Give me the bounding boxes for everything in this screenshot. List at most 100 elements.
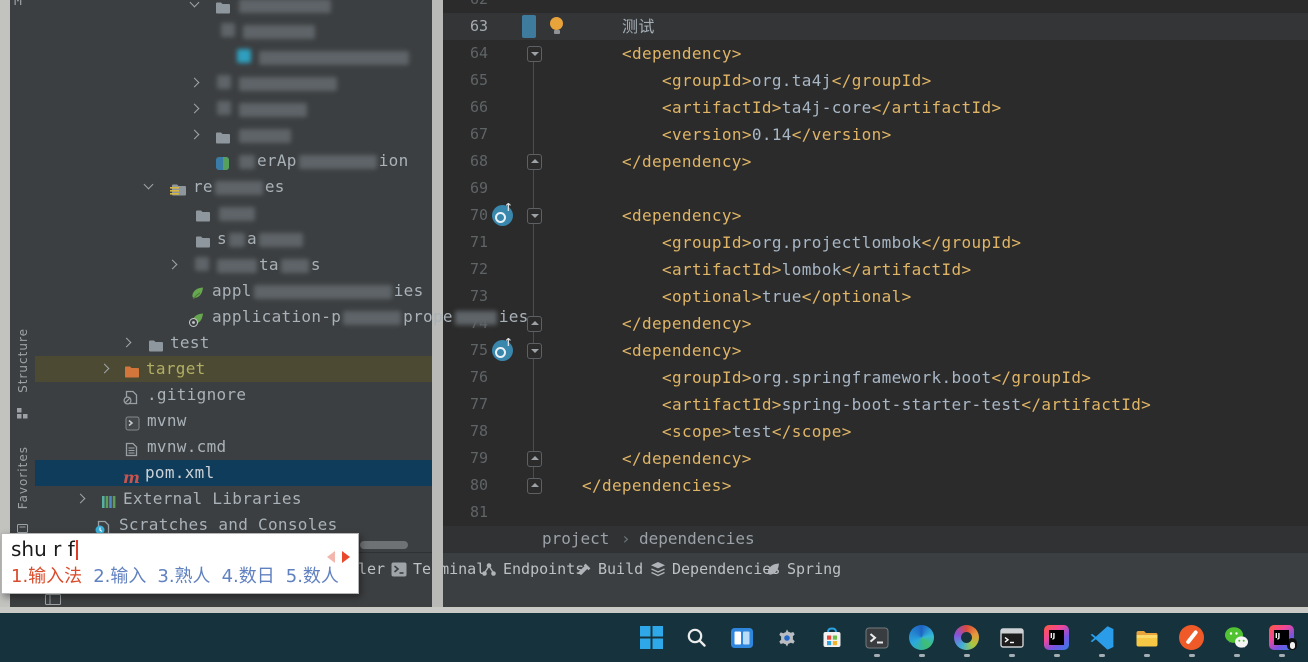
tree-item-pom.xml[interactable]: mpom.xml xyxy=(35,460,432,486)
ime-candidate-4[interactable]: 4.数日 xyxy=(222,566,275,587)
tree-item-redacted-5[interactable] xyxy=(35,122,432,148)
wechat-glyph xyxy=(1224,626,1249,649)
line-number[interactable]: 75 xyxy=(444,337,488,364)
tree-item-mvnw[interactable]: mvnw xyxy=(35,408,432,434)
tool-stripe-favorites-button[interactable]: Favorites xyxy=(10,446,35,516)
ime-candidate-3[interactable]: 3.熟人 xyxy=(157,566,210,587)
tree-item-re[interactable]: rees xyxy=(35,174,432,200)
ime-prev-page-icon[interactable] xyxy=(327,551,335,563)
tree-item-redacted-2[interactable] xyxy=(35,44,432,70)
line-number[interactable]: 65 xyxy=(444,67,488,94)
maven-update-gutter-icon[interactable] xyxy=(492,340,513,361)
line-number[interactable]: 69 xyxy=(444,175,488,202)
fold-close-icon[interactable] xyxy=(527,316,542,332)
tree-item-application-p[interactable]: application-ppropeies xyxy=(35,304,432,330)
taskbar-task-view-icon[interactable] xyxy=(728,617,755,659)
tree-item-redacted-4[interactable] xyxy=(35,96,432,122)
chevron-right-icon[interactable] xyxy=(77,495,85,503)
taskbar-edge-icon[interactable] xyxy=(908,617,935,659)
ime-composition[interactable]: shu r f xyxy=(11,537,75,561)
code-editor[interactable]: 6263测试64<dependency>65<groupId>org.ta4j<… xyxy=(443,0,1308,526)
line-number[interactable]: 76 xyxy=(444,364,488,391)
settings-glyph xyxy=(775,626,799,650)
line-number[interactable]: 79 xyxy=(444,445,488,472)
code-segment: </artifactId> xyxy=(1021,395,1151,414)
tree-item-ta[interactable]: tas xyxy=(35,252,432,278)
code-segment: </scope> xyxy=(772,422,852,441)
taskbar-orange-pen-app-icon[interactable] xyxy=(1178,617,1205,659)
line-number[interactable]: 78 xyxy=(444,418,488,445)
favorites-label: Favorites xyxy=(16,446,30,509)
toolbar-item-endpoints[interactable]: Endpoints xyxy=(481,553,584,585)
chevron-right-icon[interactable] xyxy=(191,131,199,139)
tree-item-erap[interactable]: erApion xyxy=(35,148,432,174)
fold-close-icon[interactable] xyxy=(527,451,542,467)
taskbar-cmd-icon[interactable] xyxy=(998,617,1025,659)
taskbar-windows-start-icon[interactable] xyxy=(638,617,665,659)
toolbar-item-ler[interactable]: ler xyxy=(358,553,385,585)
ime-candidate-2[interactable]: 2.输入 xyxy=(93,566,146,587)
line-number[interactable]: 68 xyxy=(444,148,488,175)
tree-item-redacted-8[interactable] xyxy=(35,200,432,226)
line-number[interactable]: 81 xyxy=(444,499,488,526)
line-number[interactable]: 77 xyxy=(444,391,488,418)
chevron-right-icon[interactable] xyxy=(101,365,109,373)
taskbar-vscode-icon[interactable] xyxy=(1088,617,1115,659)
taskbar-settings-icon[interactable] xyxy=(773,617,800,659)
taskbar-windows-search-icon[interactable] xyxy=(683,617,710,659)
folder-icon xyxy=(215,0,232,14)
maven-update-gutter-icon[interactable] xyxy=(492,205,513,226)
code-segment: ta4j-core xyxy=(782,98,872,117)
chevron-down-icon[interactable] xyxy=(191,1,199,9)
chevron-right-icon[interactable] xyxy=(123,339,131,347)
tree-item-appl[interactable]: applies xyxy=(35,278,432,304)
taskbar-intellij-idea-icon[interactable] xyxy=(1043,617,1070,659)
breadcrumb-project[interactable]: project xyxy=(542,526,609,552)
code-line-78: 78<scope>test</scope> xyxy=(443,418,1308,445)
ime-candidate-1[interactable]: 1.输入法 xyxy=(11,566,82,587)
fold-close-icon[interactable] xyxy=(527,154,542,170)
fold-close-icon[interactable] xyxy=(527,478,542,494)
taskbar-microsoft-store-icon[interactable] xyxy=(818,617,845,659)
chevron-down-icon[interactable] xyxy=(145,183,153,191)
tool-stripe-structure-button[interactable]: Structure xyxy=(10,328,35,400)
fold-open-icon[interactable] xyxy=(527,343,542,359)
tree-item-redacted-0[interactable] xyxy=(35,0,432,18)
tree-item-s[interactable]: sa xyxy=(35,226,432,252)
tree-item-redacted-1[interactable] xyxy=(35,18,432,44)
intention-bulb-icon[interactable] xyxy=(549,17,564,36)
taskbar-wechat-icon[interactable] xyxy=(1223,617,1250,659)
line-number[interactable]: 72 xyxy=(444,256,488,283)
line-number[interactable]: 62 xyxy=(444,0,488,13)
taskbar-windows-terminal-icon[interactable] xyxy=(863,617,890,659)
toolbar-item-spring[interactable]: Spring xyxy=(765,553,841,585)
chevron-right-icon[interactable] xyxy=(191,79,199,87)
line-number[interactable]: 70 xyxy=(444,202,488,229)
taskbar-navicat-icon[interactable] xyxy=(953,617,980,659)
taskbar-file-explorer-icon[interactable] xyxy=(1133,617,1160,659)
tree-item-target[interactable]: target xyxy=(35,356,432,382)
toolbar-item-dependencies[interactable]: Dependencies xyxy=(650,553,780,585)
tree-item-mvnw.cmd[interactable]: mvnw.cmd xyxy=(35,434,432,460)
tree-item-external-libraries[interactable]: External Libraries xyxy=(35,486,432,512)
line-number[interactable]: 64 xyxy=(444,40,488,67)
label-text: pom.xml xyxy=(145,463,215,482)
line-number[interactable]: 66 xyxy=(444,94,488,121)
toolbar-item-build[interactable]: Build xyxy=(576,553,643,585)
line-number[interactable]: 71 xyxy=(444,229,488,256)
chevron-right-icon[interactable] xyxy=(191,105,199,113)
fold-open-icon[interactable] xyxy=(527,208,542,224)
fold-open-icon[interactable] xyxy=(527,46,542,62)
ime-next-page-icon[interactable] xyxy=(342,551,350,563)
tree-horizontal-scrollbar[interactable] xyxy=(360,541,408,549)
line-number[interactable]: 80 xyxy=(444,472,488,499)
tree-item-test[interactable]: test xyxy=(35,330,432,356)
code-segment: </version> xyxy=(792,125,892,144)
line-number[interactable]: 63 xyxy=(444,13,488,40)
chevron-right-icon[interactable] xyxy=(169,261,177,269)
tree-item-redacted-3[interactable] xyxy=(35,70,432,96)
tree-item-.gitignore[interactable]: .gitignore xyxy=(35,382,432,408)
taskbar-intellij-idea-linux-icon[interactable] xyxy=(1268,617,1295,659)
breadcrumb-dependencies[interactable]: dependencies xyxy=(639,526,755,552)
line-number[interactable]: 67 xyxy=(444,121,488,148)
